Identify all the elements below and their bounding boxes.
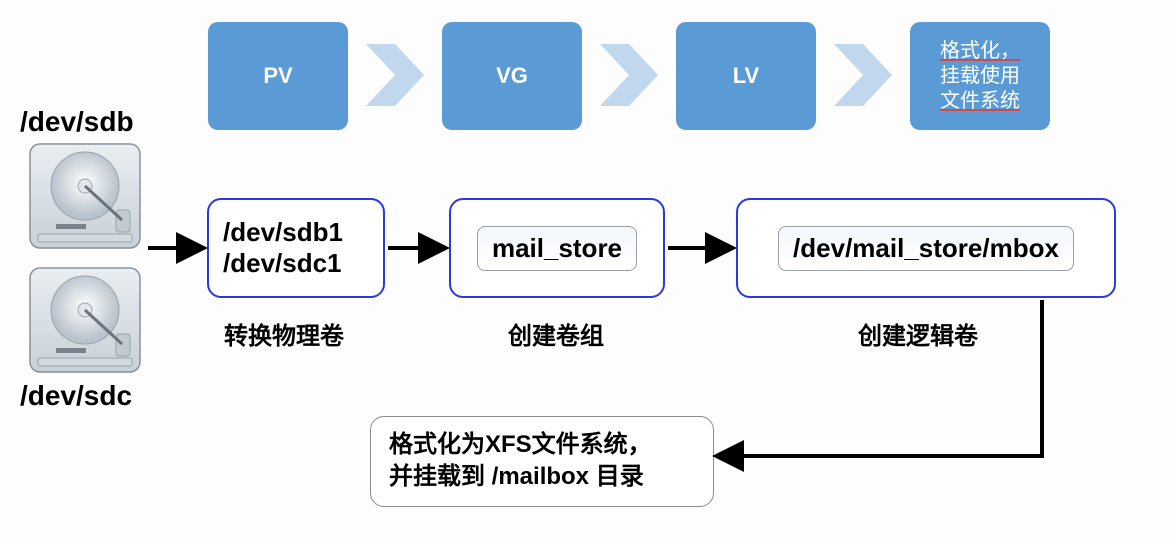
- pv-device-2: /dev/sdc1: [223, 248, 369, 279]
- stage-lv-label: LV: [733, 63, 759, 89]
- stage-vg-box: VG: [442, 22, 582, 130]
- stage-final-line2: 挂载使用: [940, 64, 1020, 89]
- chevron-icon: [600, 44, 658, 106]
- chevron-icon: [366, 44, 424, 106]
- chevron-icon: [834, 44, 892, 106]
- stage-lv-box: LV: [676, 22, 816, 130]
- stage-vg-label: VG: [496, 63, 528, 89]
- caption-pv: 转换物理卷: [224, 316, 344, 351]
- stage-final-line1: 格式化，: [940, 39, 1020, 64]
- stage-final-box: 格式化， 挂载使用 文件系统: [910, 22, 1050, 130]
- stage-pv-box: PV: [208, 22, 348, 130]
- caption-lv: 创建逻辑卷: [858, 316, 978, 351]
- stage-final-line3: 文件系统: [940, 89, 1020, 114]
- format-line1: 格式化为XFS文件系统，: [389, 429, 695, 461]
- hard-disk-icon: [26, 140, 144, 252]
- format-line2: 并挂载到 /mailbox 目录: [389, 461, 695, 493]
- disk-top-label: /dev/sdb: [20, 106, 134, 138]
- lv-path-pill: /dev/mail_store/mbox: [778, 226, 1074, 271]
- disk-bottom-label: /dev/sdc: [20, 380, 132, 412]
- hard-disk-icon: [26, 264, 144, 376]
- stage-pv-label: PV: [263, 63, 292, 89]
- caption-vg: 创建卷组: [508, 316, 604, 351]
- lv-box: /dev/mail_store/mbox: [736, 198, 1116, 298]
- vg-box: mail_store: [449, 198, 665, 298]
- pv-devices-box: /dev/sdb1 /dev/sdc1: [207, 198, 385, 298]
- vg-name-pill: mail_store: [477, 226, 637, 271]
- format-mount-box: 格式化为XFS文件系统， 并挂载到 /mailbox 目录: [370, 416, 714, 507]
- pv-device-1: /dev/sdb1: [223, 217, 369, 248]
